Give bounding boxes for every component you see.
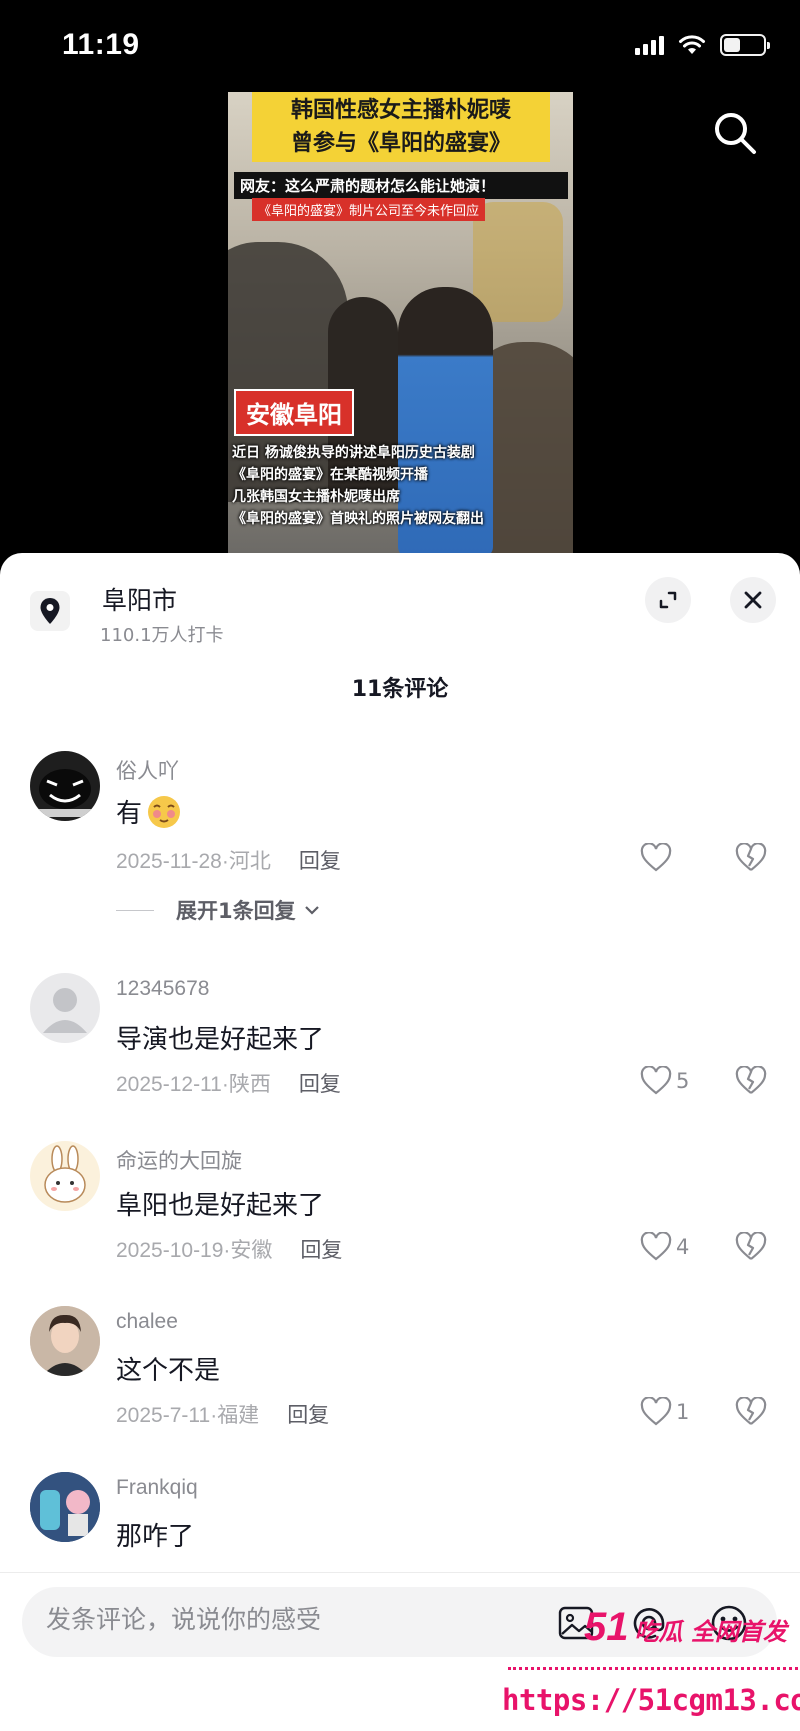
heart-icon [640, 1066, 672, 1095]
battery-icon [720, 34, 770, 56]
comment-count: 11条评论 [351, 677, 449, 702]
dislike-button[interactable] [735, 842, 767, 877]
photo-avatar-icon [30, 1306, 100, 1376]
dislike-button[interactable] [735, 1396, 767, 1431]
comment-text: 阜阳也是好起来了 [116, 1191, 325, 1221]
at-icon [633, 1608, 665, 1639]
smiley-icon [711, 1605, 747, 1641]
comment-date: 2025-12-11 [116, 1073, 222, 1096]
comment-username[interactable]: 12345678 [116, 977, 209, 1001]
broken-heart-icon [735, 842, 767, 871]
reply-button[interactable]: 回复 [287, 1404, 329, 1427]
like-count: 4 [676, 1235, 690, 1259]
broken-heart-icon [735, 1231, 767, 1260]
status-icons [635, 34, 770, 56]
like-count: 1 [676, 1400, 690, 1424]
avatar[interactable] [30, 1141, 100, 1211]
comment-username[interactable]: 俗人吖 [116, 755, 179, 785]
reply-button[interactable]: 回复 [299, 850, 341, 873]
comment-meta: 2025-10-19·安徽 回复 [116, 1234, 342, 1264]
comment-date: 2025-11-28 [116, 850, 222, 873]
like-button[interactable]: 1 [640, 1397, 689, 1427]
image-icon [558, 1606, 594, 1640]
wifi-icon [679, 35, 705, 54]
video-desc-line: 《阜阳的盛宴》在某酷视频开播 [232, 467, 428, 483]
comment-text: 导演也是好起来了 [116, 1025, 325, 1055]
comment-text: 有 [116, 793, 182, 830]
expand-replies-button[interactable]: 展开1条回复 [116, 895, 320, 925]
dislike-button[interactable] [735, 1231, 767, 1266]
like-count: 5 [676, 1069, 690, 1093]
status-bar: 11:19 [0, 0, 800, 90]
comment-username[interactable]: Frankqiq [116, 1476, 198, 1500]
like-button[interactable]: 5 [640, 1066, 689, 1096]
meta-separator: · [221, 1073, 229, 1096]
location-checkins: 110.1万人打卡 [100, 625, 224, 646]
comment-input[interactable] [46, 1605, 546, 1634]
mention-button[interactable] [627, 1601, 671, 1645]
video-description: 近日 杨诚俊执导的讲述阜阳历史古装剧 《阜阳的盛宴》在某酷视频开播 几张韩国女主… [232, 442, 484, 530]
divider [116, 909, 154, 911]
comment-meta: 2025-7-11·福建 回复 [116, 1399, 329, 1429]
close-button[interactable] [730, 577, 776, 623]
reply-button[interactable]: 回复 [300, 1239, 342, 1262]
avatar[interactable] [30, 751, 100, 821]
expand-icon [659, 591, 677, 609]
broken-heart-icon [735, 1396, 767, 1425]
expand-replies-label: 展开1条回复 [176, 899, 296, 923]
expand-sheet-button[interactable] [645, 577, 691, 623]
close-icon [744, 591, 762, 609]
comment-username[interactable]: 命运的大回旋 [116, 1145, 242, 1175]
blush-emoji-icon [148, 795, 181, 828]
video-desc-line: 近日 杨诚俊执导的讲述阜阳历史古装剧 [232, 445, 475, 461]
location-pin-icon[interactable] [30, 591, 70, 631]
search-icon [715, 113, 756, 154]
reply-button[interactable]: 回复 [299, 1073, 341, 1096]
heart-icon [640, 1232, 672, 1261]
dislike-button[interactable] [735, 1065, 767, 1100]
cartoon-avatar-icon [30, 1472, 100, 1542]
default-user-icon [43, 988, 87, 1033]
video-bg-shape [473, 202, 563, 322]
status-time: 11:19 [62, 28, 140, 61]
bunny-avatar-icon [44, 1145, 86, 1203]
comment-region: 陕西 [228, 1073, 271, 1096]
comment-text: 那咋了 [116, 1522, 195, 1552]
comment-meta: 2025-12-11·陕西 回复 [116, 1068, 341, 1098]
image-button[interactable] [554, 1601, 598, 1645]
emoji-button[interactable] [707, 1601, 751, 1645]
like-button[interactable]: 4 [640, 1232, 689, 1262]
video-player[interactable]: 韩国性感女主播朴妮唛 曾参与《阜阳的盛宴》 网友：这么严肃的题材怎么能让她演！ … [228, 92, 573, 554]
meta-separator: · [221, 850, 229, 873]
comment-date: 2025-7-11 [116, 1404, 211, 1427]
heart-icon [640, 1397, 672, 1426]
search-button[interactable] [712, 110, 758, 156]
comment-date: 2025-10-19 [116, 1239, 224, 1262]
avatar[interactable] [30, 1472, 100, 1542]
comment-region: 河北 [228, 850, 271, 873]
comment-meta: 2025-11-28·河北 回复 [116, 845, 341, 875]
video-desc-line: 几张韩国女主播朴妮唛出席 [232, 489, 400, 505]
comment-region: 安徽 [230, 1239, 273, 1262]
comment-sheet: 阜阳市 110.1万人打卡 11条评论 俗人吖 有 2025-11-28·河北 … [0, 553, 800, 1731]
comment-text: 这个不是 [116, 1356, 221, 1386]
comment-region: 福建 [217, 1404, 260, 1427]
avatar[interactable] [30, 1306, 100, 1376]
video-desc-line: 《阜阳的盛宴》首映礼的照片被网友翻出 [232, 511, 484, 527]
video-title: 韩国性感女主播朴妮唛 曾参与《阜阳的盛宴》 [252, 92, 550, 162]
chevron-down-icon [304, 906, 319, 915]
video-caption: 网友：这么严肃的题材怎么能让她演！ [234, 172, 568, 199]
comment-text-content: 有 [116, 799, 143, 829]
location-name[interactable]: 阜阳市 [102, 581, 177, 617]
signal-icon [635, 35, 664, 55]
broken-heart-icon [735, 1065, 767, 1094]
video-caption: 《阜阳的盛宴》制片公司至今未作回应 [252, 198, 486, 221]
heart-icon [640, 843, 672, 872]
comment-username[interactable]: chalee [116, 1310, 178, 1334]
like-button[interactable] [640, 843, 676, 873]
video-location-label: 安徽阜阳 [234, 389, 354, 436]
comment-input-box [22, 1587, 777, 1657]
comment-input-bar [0, 1572, 800, 1731]
avatar[interactable] [30, 973, 100, 1043]
